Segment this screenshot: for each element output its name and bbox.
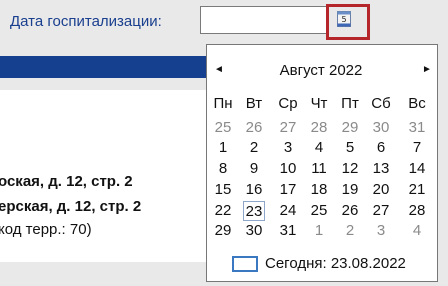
calendar-day[interactable]: 19	[339, 180, 361, 200]
today-marker-icon[interactable]	[232, 256, 258, 272]
calendar-day[interactable]: 3	[370, 221, 392, 241]
section-header-bar	[0, 56, 206, 78]
calendar-day[interactable]: 12	[339, 159, 361, 179]
calendar-day[interactable]: 28	[406, 201, 428, 221]
svg-text:5: 5	[341, 15, 346, 24]
address-line-2: ерская, д. 12, стр. 2	[0, 198, 142, 215]
calendar-day[interactable]: 31	[277, 221, 299, 241]
calendar-day[interactable]: 16	[243, 180, 265, 200]
calendar-day[interactable]: 21	[406, 180, 428, 200]
calendar-day[interactable]: 18	[308, 180, 330, 200]
calendar-day[interactable]: 25	[308, 201, 330, 221]
calendar-day[interactable]: 27	[277, 118, 299, 138]
next-month-icon[interactable]: ►	[422, 64, 432, 75]
weekday-header: Пн	[213, 95, 233, 112]
calendar-day[interactable]: 30	[243, 221, 265, 241]
calendar-day-selected[interactable]: 23	[243, 201, 265, 221]
calendar-day[interactable]: 8	[212, 159, 234, 179]
prev-month-icon[interactable]: ◄	[214, 64, 224, 75]
calendar-day[interactable]: 2	[339, 221, 361, 241]
calendar-day[interactable]: 3	[277, 138, 299, 158]
calendar-day[interactable]: 13	[370, 159, 392, 179]
calendar-day[interactable]: 29	[212, 221, 234, 241]
date-input[interactable]	[200, 6, 328, 34]
calendar-day[interactable]: 14	[406, 159, 428, 179]
today-link[interactable]: Сегодня: 23.08.2022	[265, 255, 406, 272]
calendar-day[interactable]: 25	[212, 118, 234, 138]
calendar-day[interactable]: 30	[370, 118, 392, 138]
weekday-header: Вс	[408, 95, 426, 112]
calendar-day[interactable]: 15	[212, 180, 234, 200]
weekday-header: Пт	[341, 95, 359, 112]
calendar-icon[interactable]: 5	[337, 11, 351, 27]
calendar-day[interactable]: 2	[243, 138, 265, 158]
calendar-day[interactable]: 27	[370, 201, 392, 221]
calendar-day[interactable]: 1	[212, 138, 234, 158]
calendar-day[interactable]: 22	[212, 201, 234, 221]
calendar-day[interactable]: 29	[339, 118, 361, 138]
calendar-day[interactable]: 4	[406, 221, 428, 241]
calendar-day[interactable]: 5	[339, 138, 361, 158]
date-label: Дата госпитализации:	[10, 13, 162, 30]
calendar-day[interactable]: 6	[370, 138, 392, 158]
address-line-3: код терр.: 70)	[0, 221, 92, 238]
calendar-day[interactable]: 26	[339, 201, 361, 221]
address-line-1: оская, д. 12, стр. 2	[0, 173, 133, 190]
calendar-day[interactable]: 26	[243, 118, 265, 138]
weekday-header: Чт	[310, 95, 328, 112]
calendar-day[interactable]: 1	[308, 221, 330, 241]
calendar-day[interactable]: 7	[406, 138, 428, 158]
calendar-day[interactable]: 9	[243, 159, 265, 179]
calendar-day[interactable]: 17	[277, 180, 299, 200]
weekday-header: Сб	[371, 95, 391, 112]
weekday-header: Вт	[245, 95, 263, 112]
calendar-day[interactable]: 11	[308, 159, 330, 179]
month-title[interactable]: Август 2022	[241, 62, 401, 79]
calendar-day[interactable]: 4	[308, 138, 330, 158]
weekday-header: Ср	[278, 95, 298, 112]
calendar-day[interactable]: 31	[406, 118, 428, 138]
calendar-day[interactable]: 24	[277, 201, 299, 221]
calendar-day[interactable]: 28	[308, 118, 330, 138]
calendar-day[interactable]: 20	[370, 180, 392, 200]
calendar-day[interactable]: 10	[277, 159, 299, 179]
